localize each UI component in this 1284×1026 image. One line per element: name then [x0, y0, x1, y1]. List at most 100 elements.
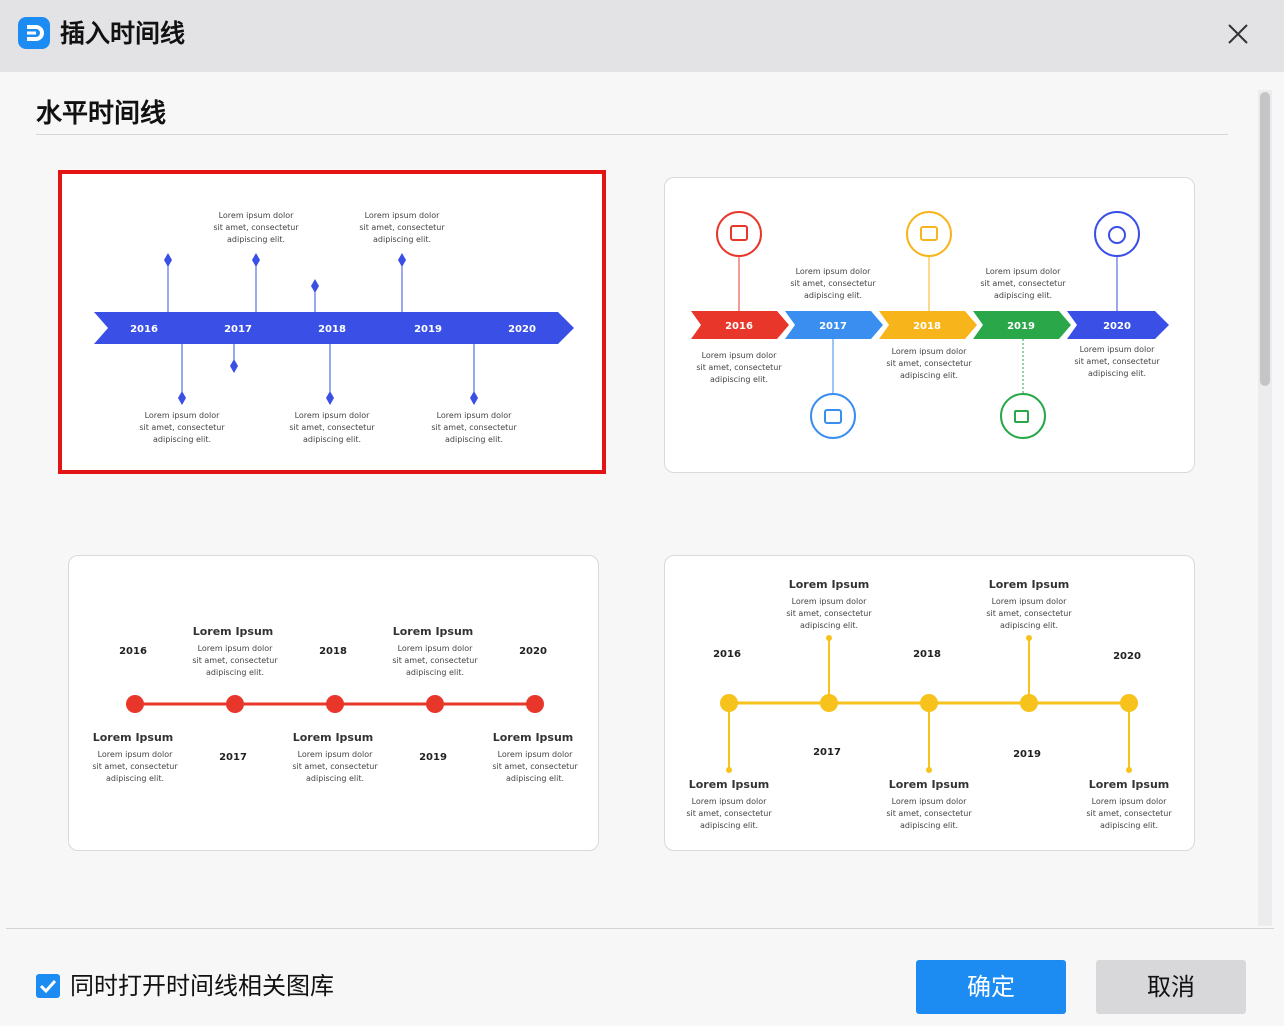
checkmark-icon — [39, 979, 57, 994]
close-button[interactable] — [1220, 16, 1256, 52]
svg-text:Lorem ipsum dolor: Lorem ipsum dolor — [98, 750, 174, 759]
timeline-preview: 2016 2017 2018 2019 2020 Lorem ipsum dol… — [691, 211, 1169, 439]
svg-text:Lorem ipsum dolor: Lorem ipsum dolor — [1092, 797, 1168, 806]
svg-text:Lorem Ipsum: Lorem Ipsum — [393, 625, 474, 638]
video-icon — [1000, 393, 1046, 439]
svg-text:2020: 2020 — [519, 646, 547, 657]
svg-text:sit amet, consectetur: sit amet, consectetur — [92, 762, 178, 771]
svg-text:sit amet, consectetur: sit amet, consectetur — [696, 363, 782, 372]
cancel-button[interactable]: 取消 — [1096, 960, 1246, 1014]
open-gallery-checkbox[interactable] — [36, 974, 60, 998]
svg-text:Lorem Ipsum: Lorem Ipsum — [93, 731, 174, 744]
scrollbar-thumb[interactable] — [1260, 92, 1270, 386]
svg-text:2017: 2017 — [813, 747, 841, 758]
svg-text:sit amet, consectetur: sit amet, consectetur — [289, 423, 375, 432]
svg-text:Lorem Ipsum: Lorem Ipsum — [789, 578, 870, 591]
svg-text:sit amet, consectetur: sit amet, consectetur — [213, 223, 299, 232]
svg-text:adipiscing elit.: adipiscing elit. — [710, 375, 768, 384]
year-label: 2020 — [508, 324, 536, 335]
timeline-preview: 2016 2017 2018 2019 2020 Lorem ipsum dol… — [94, 211, 574, 444]
svg-text:sit amet, consectetur: sit amet, consectetur — [1086, 809, 1172, 818]
svg-text:Lorem Ipsum: Lorem Ipsum — [493, 731, 574, 744]
svg-text:adipiscing elit.: adipiscing elit. — [800, 621, 858, 630]
svg-text:sit amet, consectetur: sit amet, consectetur — [786, 609, 872, 618]
svg-text:sit amet, consectetur: sit amet, consectetur — [392, 656, 478, 665]
svg-text:Lorem Ipsum: Lorem Ipsum — [293, 731, 374, 744]
checkbox-label[interactable]: 同时打开时间线相关图库 — [70, 968, 334, 1004]
dialog-title: 插入时间线 — [60, 19, 186, 48]
section-title: 水平时间线 — [36, 99, 167, 129]
svg-text:Lorem Ipsum: Lorem Ipsum — [889, 778, 970, 791]
svg-text:Lorem ipsum dolor: Lorem ipsum dolor — [365, 211, 441, 220]
svg-text:adipiscing elit.: adipiscing elit. — [445, 435, 503, 444]
svg-text:2019: 2019 — [1013, 749, 1041, 760]
timer-icon — [1094, 211, 1140, 257]
svg-text:Lorem ipsum dolor: Lorem ipsum dolor — [892, 797, 968, 806]
svg-text:2017: 2017 — [819, 321, 847, 332]
footer-divider — [6, 928, 1274, 929]
svg-text:Lorem ipsum dolor: Lorem ipsum dolor — [219, 211, 295, 220]
svg-text:adipiscing elit.: adipiscing elit. — [900, 371, 958, 380]
svg-text:Lorem ipsum dolor: Lorem ipsum dolor — [398, 644, 474, 653]
svg-text:sit amet, consectetur: sit amet, consectetur — [980, 279, 1066, 288]
template-red-dots[interactable]: 2016 2017 2018 2019 2020 Lorem Ipsum Lor… — [68, 555, 599, 851]
svg-text:Lorem ipsum dolor: Lorem ipsum dolor — [792, 597, 868, 606]
svg-text:sit amet, consectetur: sit amet, consectetur — [686, 809, 772, 818]
svg-text:Lorem ipsum dolor: Lorem ipsum dolor — [198, 644, 274, 653]
svg-text:2018: 2018 — [913, 321, 941, 332]
svg-text:2016: 2016 — [713, 649, 741, 660]
svg-text:Lorem ipsum dolor: Lorem ipsum dolor — [1080, 345, 1156, 354]
svg-text:2019: 2019 — [1007, 321, 1035, 332]
svg-text:sit amet, consectetur: sit amet, consectetur — [139, 423, 225, 432]
svg-text:2019: 2019 — [419, 752, 447, 763]
template-yellow-stems[interactable]: 2016 2017 2018 2019 2020 Lorem Ipsum Lor… — [664, 555, 1195, 851]
svg-text:Lorem Ipsum: Lorem Ipsum — [1089, 778, 1170, 791]
svg-text:2020: 2020 — [1103, 321, 1131, 332]
timeline-preview: 2016 2017 2018 2019 2020 Lorem Ipsum Lor… — [92, 625, 578, 783]
svg-text:adipiscing elit.: adipiscing elit. — [1000, 621, 1058, 630]
svg-text:sit amet, consectetur: sit amet, consectetur — [886, 809, 972, 818]
svg-text:adipiscing elit.: adipiscing elit. — [804, 291, 862, 300]
svg-text:Lorem ipsum dolor: Lorem ipsum dolor — [692, 797, 768, 806]
close-icon — [1228, 24, 1248, 44]
ticket-icon — [906, 211, 952, 257]
svg-text:sit amet, consectetur: sit amet, consectetur — [492, 762, 578, 771]
svg-text:adipiscing elit.: adipiscing elit. — [700, 821, 758, 830]
svg-text:sit amet, consectetur: sit amet, consectetur — [192, 656, 278, 665]
section-divider — [36, 134, 1228, 135]
svg-text:adipiscing elit.: adipiscing elit. — [106, 774, 164, 783]
svg-text:sit amet, consectetur: sit amet, consectetur — [986, 609, 1072, 618]
year-label: 2018 — [318, 324, 346, 335]
svg-text:2017: 2017 — [219, 752, 247, 763]
year-label: 2016 — [130, 324, 158, 335]
svg-text:adipiscing elit.: adipiscing elit. — [373, 235, 431, 244]
svg-text:2018: 2018 — [913, 649, 941, 660]
svg-text:Lorem ipsum dolor: Lorem ipsum dolor — [992, 597, 1068, 606]
shop-icon — [716, 211, 762, 257]
svg-text:Lorem ipsum dolor: Lorem ipsum dolor — [498, 750, 574, 759]
svg-text:adipiscing elit.: adipiscing elit. — [153, 435, 211, 444]
svg-text:sit amet, consectetur: sit amet, consectetur — [359, 223, 445, 232]
svg-text:sit amet, consectetur: sit amet, consectetur — [431, 423, 517, 432]
svg-text:Lorem ipsum dolor: Lorem ipsum dolor — [986, 267, 1062, 276]
app-logo-icon — [18, 17, 50, 49]
svg-text:adipiscing elit.: adipiscing elit. — [1100, 821, 1158, 830]
svg-text:sit amet, consectetur: sit amet, consectetur — [1074, 357, 1160, 366]
confirm-button[interactable]: 确定 — [916, 960, 1066, 1014]
timeline-preview: 2016 2017 2018 2019 2020 Lorem Ipsum Lor… — [686, 578, 1172, 830]
svg-text:adipiscing elit.: adipiscing elit. — [900, 821, 958, 830]
svg-text:sit amet, consectetur: sit amet, consectetur — [292, 762, 378, 771]
svg-text:Lorem ipsum dolor: Lorem ipsum dolor — [702, 351, 778, 360]
svg-text:adipiscing elit.: adipiscing elit. — [506, 774, 564, 783]
bag-icon — [810, 393, 856, 439]
svg-text:Lorem ipsum dolor: Lorem ipsum dolor — [892, 347, 968, 356]
svg-text:sit amet, consectetur: sit amet, consectetur — [886, 359, 972, 368]
svg-text:Lorem Ipsum: Lorem Ipsum — [989, 578, 1070, 591]
svg-text:Lorem Ipsum: Lorem Ipsum — [193, 625, 274, 638]
svg-text:Lorem Ipsum: Lorem Ipsum — [689, 778, 770, 791]
svg-text:Lorem ipsum dolor: Lorem ipsum dolor — [298, 750, 374, 759]
template-blue-arrow[interactable]: 2016 2017 2018 2019 2020 Lorem ipsum dol… — [58, 170, 606, 474]
dialog-titlebar: 插入时间线 — [0, 0, 1284, 72]
year-label: 2017 — [224, 324, 252, 335]
template-colored-chevrons[interactable]: 2016 2017 2018 2019 2020 Lorem ipsum dol… — [664, 177, 1195, 473]
